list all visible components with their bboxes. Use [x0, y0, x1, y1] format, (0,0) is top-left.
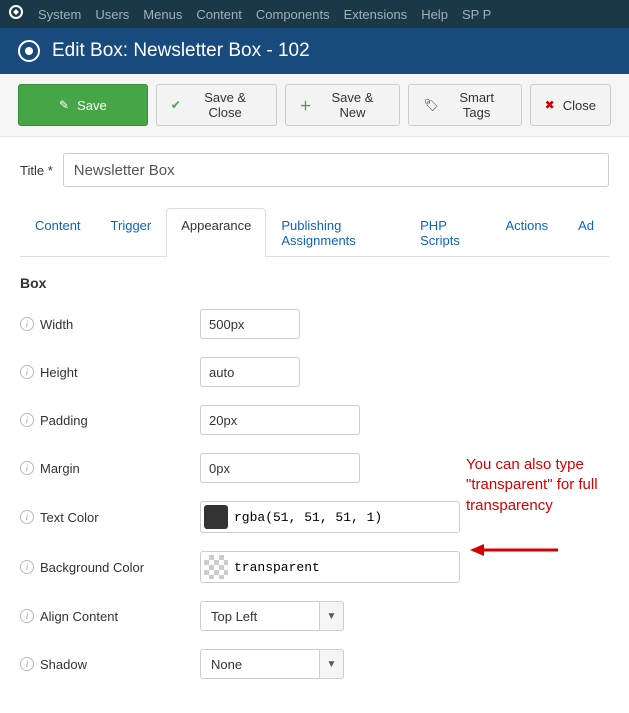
info-icon[interactable]: i — [20, 317, 34, 331]
save-button[interactable]: ✎ Save — [18, 84, 148, 126]
align-select[interactable]: Top Left ▼ — [200, 601, 344, 631]
info-icon[interactable]: i — [20, 510, 34, 524]
info-icon[interactable]: i — [20, 461, 34, 475]
content-area: Title * Content Trigger Appearance Publi… — [0, 137, 629, 713]
info-icon[interactable]: i — [20, 560, 34, 574]
field-height: i Height — [20, 357, 609, 387]
menu-extensions[interactable]: Extensions — [344, 7, 408, 22]
text-color-input[interactable] — [234, 510, 456, 525]
width-input[interactable] — [200, 309, 300, 339]
tab-content[interactable]: Content — [20, 208, 96, 257]
menu-menus[interactable]: Menus — [143, 7, 182, 22]
bg-color-picker[interactable] — [200, 551, 460, 583]
box-icon — [18, 40, 40, 62]
field-align-content: i Align Content Top Left ▼ — [20, 601, 609, 631]
field-padding: i Padding — [20, 405, 609, 435]
save-label: Save — [77, 98, 107, 113]
annotation-text: You can also type "transparent" for full… — [466, 455, 626, 516]
bg-color-input[interactable] — [234, 560, 456, 575]
info-icon[interactable]: i — [20, 413, 34, 427]
color-swatch[interactable] — [204, 505, 228, 529]
height-input[interactable] — [200, 357, 300, 387]
menu-content[interactable]: Content — [196, 7, 242, 22]
menu-sp[interactable]: SP P — [462, 7, 491, 22]
field-shadow: i Shadow None ▼ — [20, 649, 609, 679]
save-close-label: Save & Close — [189, 90, 262, 120]
check-icon: ✎ — [59, 98, 69, 112]
shadow-select[interactable]: None ▼ — [200, 649, 344, 679]
chevron-down-icon[interactable]: ▼ — [320, 601, 344, 631]
menu-help[interactable]: Help — [421, 7, 448, 22]
tab-publishing[interactable]: Publishing Assignments — [266, 208, 405, 257]
title-row: Title * — [20, 153, 609, 187]
padding-input[interactable] — [200, 405, 360, 435]
tab-actions[interactable]: Actions — [490, 208, 563, 257]
align-value: Top Left — [200, 601, 320, 631]
close-button[interactable]: ✖ Close — [530, 84, 611, 126]
info-icon[interactable]: i — [20, 609, 34, 623]
color-swatch[interactable] — [204, 555, 228, 579]
padding-label: Padding — [40, 413, 88, 428]
height-label: Height — [40, 365, 78, 380]
tab-php-scripts[interactable]: PHP Scripts — [405, 208, 490, 257]
text-color-label: Text Color — [40, 510, 99, 525]
title-input[interactable] — [63, 153, 609, 187]
margin-label: Margin — [40, 461, 80, 476]
save-new-label: Save & New — [320, 90, 386, 120]
tag-icon: 🏷 — [423, 98, 438, 112]
smart-tags-button[interactable]: 🏷 Smart Tags — [408, 84, 521, 126]
save-new-button[interactable]: ＋ Save & New — [285, 84, 401, 126]
plus-icon: ＋ — [300, 97, 312, 114]
title-label: Title * — [20, 163, 53, 178]
top-menu: System Users Menus Content Components Ex… — [0, 0, 629, 28]
shadow-value: None — [200, 649, 320, 679]
menu-users[interactable]: Users — [95, 7, 129, 22]
toolbar: ✎ Save ✔ Save & Close ＋ Save & New 🏷 Sma… — [0, 74, 629, 137]
info-icon[interactable]: i — [20, 657, 34, 671]
tab-advanced[interactable]: Ad — [563, 208, 609, 257]
menu-system[interactable]: System — [38, 7, 81, 22]
chevron-down-icon[interactable]: ▼ — [320, 649, 344, 679]
tab-trigger[interactable]: Trigger — [96, 208, 167, 257]
page-title: Edit Box: Newsletter Box - 102 — [52, 40, 310, 62]
tab-appearance[interactable]: Appearance — [166, 208, 266, 257]
width-label: Width — [40, 317, 73, 332]
shadow-label: Shadow — [40, 657, 87, 672]
bg-color-label: Background Color — [40, 560, 144, 575]
margin-input[interactable] — [200, 453, 360, 483]
field-width: i Width — [20, 309, 609, 339]
check-icon: ✔ — [171, 98, 181, 112]
menu-components[interactable]: Components — [256, 7, 330, 22]
align-label: Align Content — [40, 609, 118, 624]
section-title: Box — [20, 275, 609, 291]
page-header: Edit Box: Newsletter Box - 102 — [0, 28, 629, 74]
text-color-picker[interactable] — [200, 501, 460, 533]
info-icon[interactable]: i — [20, 365, 34, 379]
joomla-logo-icon — [8, 4, 24, 25]
close-icon: ✖ — [545, 98, 555, 112]
save-close-button[interactable]: ✔ Save & Close — [156, 84, 277, 126]
tabs: Content Trigger Appearance Publishing As… — [20, 207, 609, 257]
smart-tags-label: Smart Tags — [447, 90, 507, 120]
close-label: Close — [563, 98, 596, 113]
arrow-icon — [470, 540, 560, 560]
